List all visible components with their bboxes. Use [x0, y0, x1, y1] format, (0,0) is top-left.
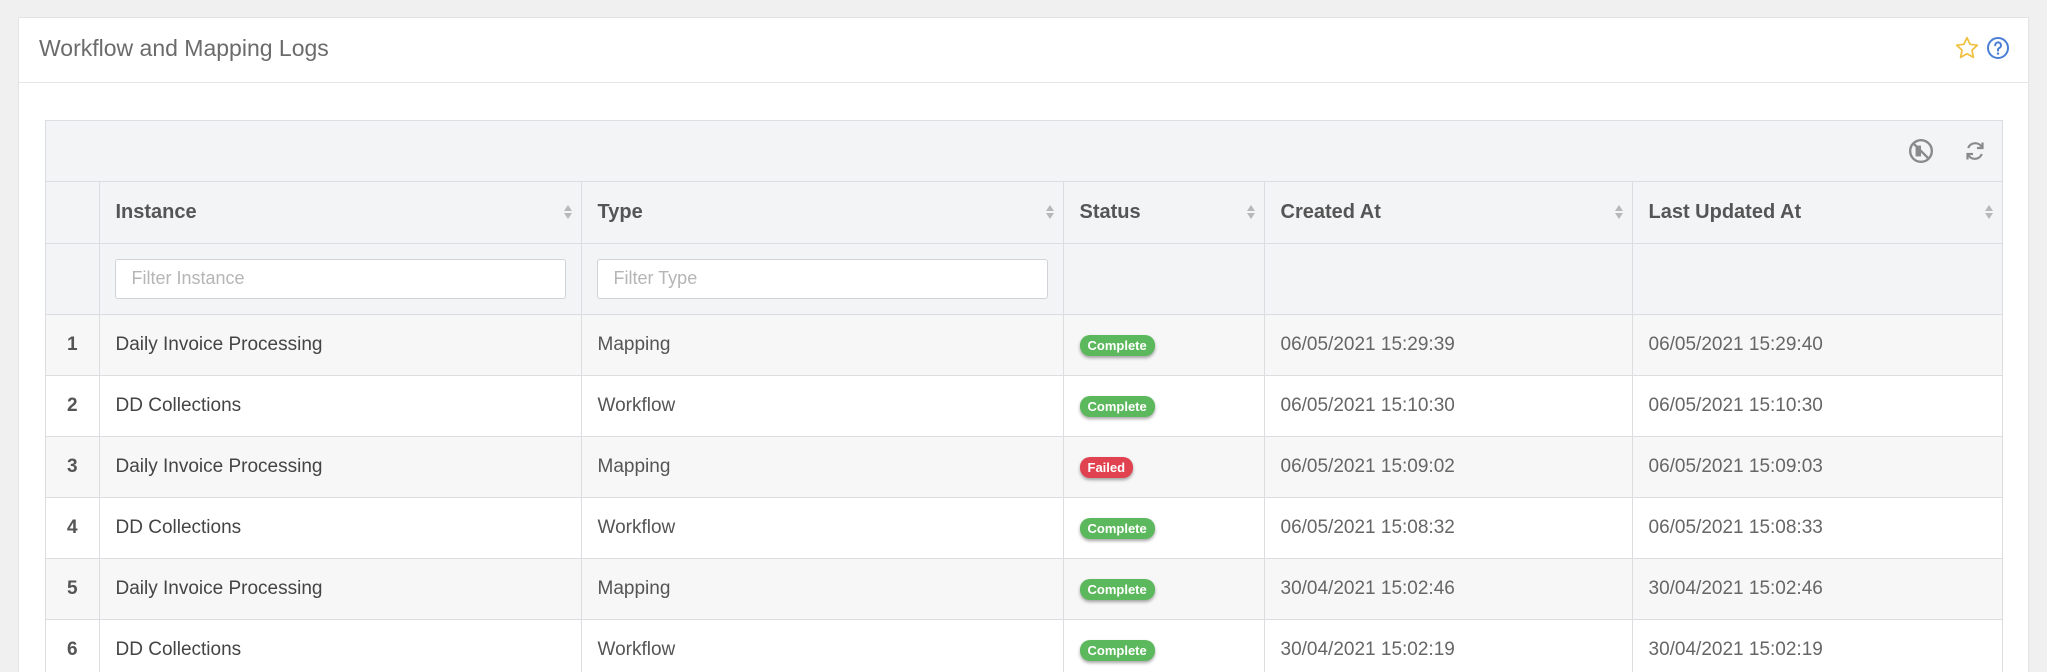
star-icon[interactable]	[1954, 35, 1980, 61]
sort-icon[interactable]	[1045, 203, 1055, 221]
columns-toggle-icon[interactable]	[1908, 138, 1934, 164]
status-badge: Complete	[1079, 334, 1155, 356]
table-row[interactable]: 6 DD Collections Workflow Complete 30/04…	[46, 619, 2002, 672]
row-index: 6	[46, 619, 100, 672]
created-at-cell: 06/05/2021 15:09:02	[1264, 436, 1633, 498]
status-cell: Complete	[1063, 619, 1265, 672]
refresh-icon[interactable]	[1962, 138, 1988, 164]
created-at-cell: 30/04/2021 15:02:46	[1264, 558, 1633, 620]
status-badge: Complete	[1079, 395, 1155, 417]
status-badge: Complete	[1079, 517, 1155, 539]
status-cell: Complete	[1063, 314, 1265, 376]
instance-cell: DD Collections	[99, 619, 582, 672]
last-updated-at-cell: 06/05/2021 15:09:03	[1632, 436, 2002, 498]
column-header-created-at[interactable]: Created At	[1264, 182, 1633, 244]
status-cell: Failed	[1063, 436, 1265, 498]
row-index: 2	[46, 375, 100, 437]
table-row[interactable]: 2 DD Collections Workflow Complete 06/05…	[46, 375, 2002, 437]
last-updated-at-cell: 30/04/2021 15:02:19	[1632, 619, 2002, 672]
table-row[interactable]: 5 Daily Invoice Processing Mapping Compl…	[46, 558, 2002, 620]
status-cell: Complete	[1063, 497, 1265, 559]
status-cell: Complete	[1063, 375, 1265, 437]
type-cell: Mapping	[581, 436, 1064, 498]
type-cell: Workflow	[581, 497, 1064, 559]
type-cell: Mapping	[581, 314, 1064, 376]
help-icon[interactable]	[1986, 36, 2010, 60]
sort-icon[interactable]	[1984, 203, 1994, 221]
column-header-type[interactable]: Type	[581, 182, 1064, 244]
last-updated-at-cell: 06/05/2021 15:29:40	[1632, 314, 2002, 376]
panel-header: Workflow and Mapping Logs	[19, 18, 2028, 83]
status-cell: Complete	[1063, 558, 1265, 620]
column-header-instance[interactable]: Instance	[99, 182, 582, 244]
column-header-status[interactable]: Status	[1063, 182, 1265, 244]
filter-type-input[interactable]	[596, 258, 1048, 299]
status-badge: Complete	[1079, 639, 1155, 661]
sort-icon[interactable]	[1246, 203, 1256, 221]
page-title: Workflow and Mapping Logs	[39, 35, 329, 61]
created-at-cell: 30/04/2021 15:02:19	[1264, 619, 1633, 672]
instance-cell: Daily Invoice Processing	[99, 436, 582, 498]
filter-cell-type	[581, 243, 1064, 315]
type-cell: Mapping	[581, 558, 1064, 620]
logs-table: Instance Type Status Created At Last Upd…	[46, 182, 2002, 672]
logs-panel: Workflow and Mapping Logs Instance Type …	[18, 17, 2029, 672]
row-index: 4	[46, 497, 100, 559]
table-row[interactable]: 4 DD Collections Workflow Complete 06/05…	[46, 497, 2002, 559]
type-cell: Workflow	[581, 619, 1064, 672]
status-badge: Complete	[1079, 578, 1155, 600]
sort-icon[interactable]	[563, 203, 573, 221]
filter-cell-updated	[1632, 243, 2002, 315]
created-at-cell: 06/05/2021 15:29:39	[1264, 314, 1633, 376]
column-header-last-updated-at[interactable]: Last Updated At	[1632, 182, 2002, 244]
index-column-header	[46, 182, 100, 244]
filter-instance-input[interactable]	[114, 258, 566, 299]
instance-cell: Daily Invoice Processing	[99, 558, 582, 620]
logs-grid: Instance Type Status Created At Last Upd…	[45, 120, 2003, 672]
row-index: 5	[46, 558, 100, 620]
filter-cell-created	[1264, 243, 1633, 315]
created-at-cell: 06/05/2021 15:08:32	[1264, 497, 1633, 559]
last-updated-at-cell: 30/04/2021 15:02:46	[1632, 558, 2002, 620]
filter-cell-instance	[99, 243, 582, 315]
table-row[interactable]: 3 Daily Invoice Processing Mapping Faile…	[46, 436, 2002, 498]
instance-cell: Daily Invoice Processing	[99, 314, 582, 376]
filter-cell-index	[46, 243, 100, 315]
last-updated-at-cell: 06/05/2021 15:08:33	[1632, 497, 2002, 559]
created-at-cell: 06/05/2021 15:10:30	[1264, 375, 1633, 437]
sort-icon[interactable]	[1614, 203, 1624, 221]
instance-cell: DD Collections	[99, 375, 582, 437]
row-index: 1	[46, 314, 100, 376]
instance-cell: DD Collections	[99, 497, 582, 559]
grid-toolbar	[46, 121, 2002, 182]
table-row[interactable]: 1 Daily Invoice Processing Mapping Compl…	[46, 314, 2002, 376]
filter-cell-status	[1063, 243, 1265, 315]
status-badge: Failed	[1079, 456, 1134, 478]
row-index: 3	[46, 436, 100, 498]
type-cell: Workflow	[581, 375, 1064, 437]
last-updated-at-cell: 06/05/2021 15:10:30	[1632, 375, 2002, 437]
